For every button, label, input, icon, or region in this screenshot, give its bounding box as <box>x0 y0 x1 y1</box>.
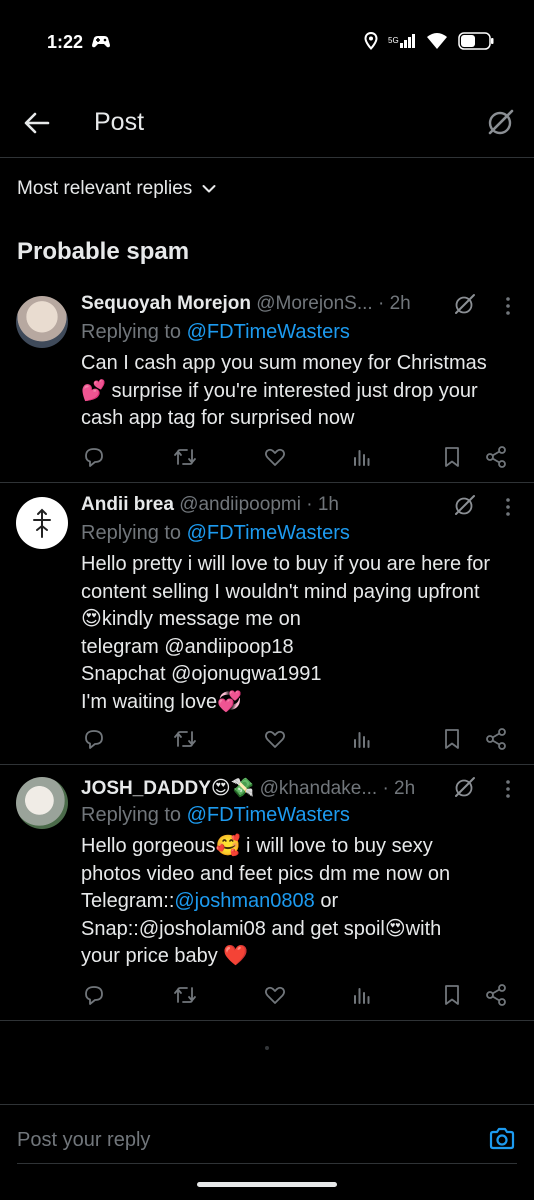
like-icon[interactable] <box>263 727 287 751</box>
reply-text: Hello gorgeous🥰 i will love to buy sexy … <box>81 835 451 967</box>
author-handle[interactable]: @khandake... <box>260 778 378 799</box>
share-icon[interactable] <box>484 445 508 469</box>
header: Post <box>0 88 534 158</box>
signal-icon: 5G <box>388 33 416 54</box>
avatar[interactable] <box>16 497 68 549</box>
camera-icon[interactable] <box>488 1125 516 1153</box>
reply-input[interactable]: Post your reply <box>17 1129 150 1152</box>
more-options-icon[interactable] <box>499 295 517 317</box>
action-bar <box>82 445 512 469</box>
bookmark-icon[interactable] <box>440 727 464 751</box>
wifi-icon <box>426 32 448 55</box>
sort-label: Most relevant replies <box>17 178 193 199</box>
share-icon[interactable] <box>484 727 508 751</box>
like-icon[interactable] <box>263 445 287 469</box>
author-name[interactable]: Andii brea <box>81 494 174 515</box>
author-handle[interactable]: @andiipoopmi <box>179 494 301 515</box>
home-indicator[interactable] <box>197 1182 337 1187</box>
post-time: · 2h <box>382 778 416 799</box>
avatar[interactable] <box>16 777 68 829</box>
page-title: Post <box>94 108 145 136</box>
views-icon[interactable] <box>350 983 374 1007</box>
back-arrow-icon[interactable] <box>22 108 52 138</box>
reply-header: Sequoyah Morejon @MorejonS... · 2h <box>81 293 453 315</box>
more-options-icon[interactable] <box>499 778 517 800</box>
repost-icon[interactable] <box>173 983 197 1007</box>
bookmark-icon[interactable] <box>440 445 464 469</box>
more-options-icon[interactable] <box>499 496 517 518</box>
sort-dropdown[interactable]: Most relevant replies <box>17 178 216 200</box>
bookmark-icon[interactable] <box>440 983 464 1007</box>
post-time: · 1h <box>306 494 339 515</box>
replying-to: Replying to @FDTimeWasters <box>81 522 350 544</box>
mention-link[interactable]: @FDTimeWasters <box>187 522 350 544</box>
action-bar <box>82 727 512 751</box>
mention-link[interactable]: @FDTimeWasters <box>187 804 350 826</box>
replying-to: Replying to @FDTimeWasters <box>81 321 350 343</box>
author-name[interactable]: JOSH_DADDY😍💸 <box>81 778 254 799</box>
repost-icon[interactable] <box>173 727 197 751</box>
reply-icon[interactable] <box>82 445 106 469</box>
author-name[interactable]: Sequoyah Morejon <box>81 293 251 314</box>
views-icon[interactable] <box>350 727 374 751</box>
like-icon[interactable] <box>263 983 287 1007</box>
grok-icon[interactable] <box>454 293 476 315</box>
grok-icon[interactable] <box>454 494 476 516</box>
section-title: Probable spam <box>17 238 190 265</box>
action-bar <box>82 983 512 1007</box>
reply-text: Can I cash app you sum money for Christm… <box>81 352 487 429</box>
status-time: 1:22 <box>47 32 84 52</box>
gamepad-icon <box>91 34 111 50</box>
post-time: · 2h <box>377 293 411 314</box>
grok-icon[interactable] <box>454 776 476 798</box>
divider <box>17 1163 517 1164</box>
reply-icon[interactable] <box>82 983 106 1007</box>
battery-icon <box>458 32 494 55</box>
mention-link[interactable]: @joshman0808 <box>174 890 314 912</box>
status-icons: 5G <box>364 31 494 55</box>
reply-header: Andii brea @andiipoopmi · 1h <box>81 494 453 516</box>
location-icon <box>364 31 378 55</box>
mention-link[interactable]: @FDTimeWasters <box>187 321 350 343</box>
views-icon[interactable] <box>350 445 374 469</box>
reply-icon[interactable] <box>82 727 106 751</box>
grok-icon[interactable] <box>486 107 516 137</box>
status-bar: 1:22 5G <box>0 0 534 88</box>
reply-item[interactable]: Andii brea @andiipoopmi · 1h Replying to… <box>0 483 534 765</box>
avatar[interactable] <box>16 296 68 348</box>
chevron-down-icon <box>202 178 216 200</box>
repost-icon[interactable] <box>173 445 197 469</box>
reply-item[interactable]: Sequoyah Morejon @MorejonS... · 2h Reply… <box>0 282 534 483</box>
reply-text: Hello pretty i will love to buy if you a… <box>81 553 491 713</box>
reply-item[interactable]: JOSH_DADDY😍💸 @khandake... · 2h Replying … <box>0 765 534 1021</box>
svg-text:5G: 5G <box>388 36 399 45</box>
share-icon[interactable] <box>484 983 508 1007</box>
loading-indicator <box>265 1046 269 1050</box>
replying-to: Replying to @FDTimeWasters <box>81 804 350 826</box>
author-handle[interactable]: @MorejonS... <box>256 293 372 314</box>
reply-header: JOSH_DADDY😍💸 @khandake... · 2h <box>81 776 453 800</box>
